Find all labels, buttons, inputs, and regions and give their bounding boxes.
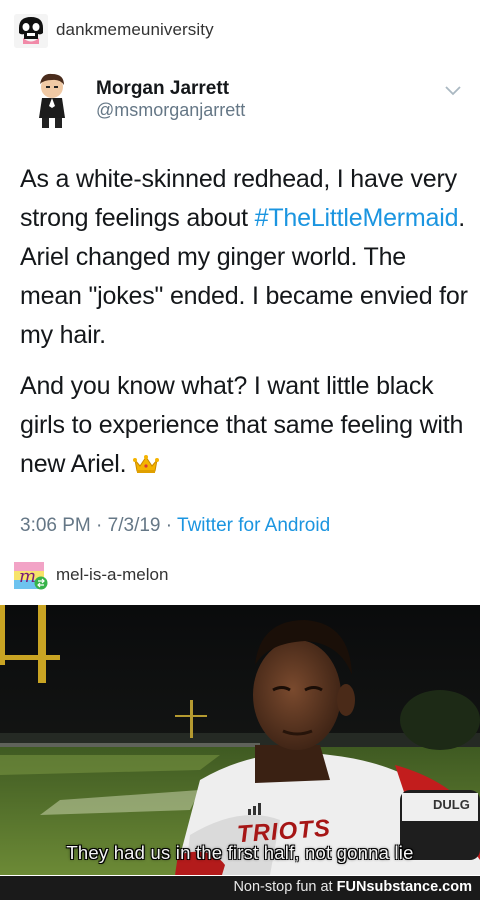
- reblog-avatar-icon: m: [14, 562, 48, 590]
- post-header: dankmemeuniversity: [0, 0, 480, 60]
- hashtag-link[interactable]: #TheLittleMermaid: [255, 204, 459, 232]
- crown-icon: [133, 447, 160, 473]
- microphone-text: DULG: [433, 797, 470, 812]
- cartoon-avatar-icon: [39, 73, 65, 128]
- tweet-source-link[interactable]: Twitter for Android: [177, 515, 330, 536]
- tweet-author-name[interactable]: Morgan Jarrett: [96, 78, 229, 100]
- tweet-author-avatar[interactable]: [30, 72, 74, 130]
- poster-username[interactable]: dankmemeuniversity: [56, 20, 214, 40]
- skull-icon: [14, 14, 48, 48]
- meta-separator: ·: [96, 515, 103, 536]
- tweet-paragraph-2: And you know what? I want little black g…: [20, 367, 470, 484]
- watermark-footer: Non-stop fun at FUNsubstance.com: [0, 876, 480, 900]
- watermark-brand: FUNsubstance.com: [336, 879, 472, 895]
- reblogger-username[interactable]: mel-is-a-melon: [56, 565, 168, 585]
- tweet-text: As a white-skinned redhead, I have very …: [20, 160, 470, 496]
- meta-separator: ·: [165, 515, 173, 536]
- watermark-text: Non-stop fun at FUNsubstance.com: [233, 879, 472, 895]
- chevron-down-icon[interactable]: [444, 84, 462, 96]
- tweet-time[interactable]: 3:06 PM: [20, 515, 91, 536]
- svg-text:m: m: [19, 566, 36, 587]
- meme-caption: They had us in the first half, not gonna…: [66, 842, 414, 863]
- reblogger-avatar[interactable]: m: [14, 562, 48, 590]
- poster-avatar[interactable]: [14, 14, 48, 48]
- tweet-meta: 3:06 PM · 7/3/19 · Twitter for Android: [20, 515, 330, 537]
- tweet-paragraph-1: As a white-skinned redhead, I have very …: [20, 160, 470, 355]
- tweet-date[interactable]: 7/3/19: [108, 515, 161, 536]
- tweet-author-handle[interactable]: @msmorganjarrett: [96, 100, 245, 121]
- watermark-prefix: Non-stop fun at: [233, 879, 333, 895]
- tweet-text-part: And you know what? I want little black g…: [20, 372, 464, 478]
